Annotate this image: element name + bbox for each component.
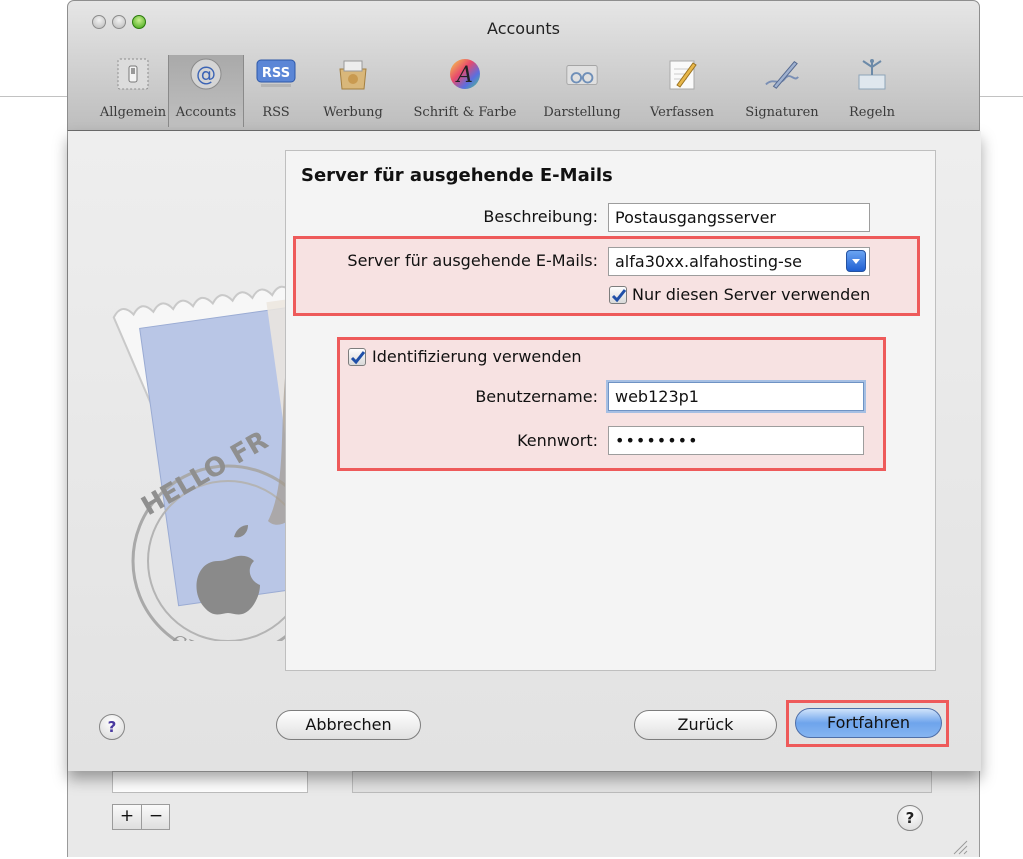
resize-grip-icon[interactable] (952, 839, 968, 855)
rss-icon: RSS (256, 57, 296, 91)
toolbar-label-schrift-farbe: Schrift & Farbe (413, 105, 517, 120)
toolbar-label-darstellung: Darstellung (543, 105, 621, 120)
toolbar-label-signaturen: Signaturen (745, 105, 819, 120)
rules-icon (854, 57, 890, 91)
add-account-button[interactable]: + (113, 805, 142, 829)
pencil-paper-icon (664, 57, 700, 91)
password-field[interactable]: •••••••• (608, 426, 864, 455)
toolbar-item-darstellung[interactable]: Darstellung (532, 55, 632, 127)
accounts-window: Accounts Allgemein @ Accounts RSS RSS We… (67, 0, 981, 857)
auth-checkbox[interactable] (348, 348, 366, 366)
add-remove-bar: + − (112, 804, 170, 830)
at-sign-icon: @ (188, 57, 224, 91)
rss-badge-text: RSS (262, 66, 290, 81)
cancel-button[interactable]: Abbrechen (276, 710, 421, 740)
server-select[interactable]: alfa30xx.alfahosting-se (608, 247, 870, 276)
toolbar-label-werbung: Werbung (323, 105, 383, 120)
username-field[interactable]: web123p1 (608, 382, 864, 411)
toolbar-item-signaturen[interactable]: Signaturen (732, 55, 832, 127)
window-body: HELLO FR CUPERTINO CA Server für ausgehe… (67, 131, 981, 857)
description-field[interactable]: Postausgangsserver (608, 203, 870, 232)
toolbar-item-werbung[interactable]: Werbung (308, 55, 398, 127)
toolbar-item-rss[interactable]: RSS RSS (246, 55, 306, 127)
accounts-list-area (112, 771, 308, 793)
font-color-icon: A (447, 57, 483, 91)
continue-button[interactable]: Fortfahren (795, 708, 942, 738)
only-server-label: Nur diesen Server verwenden (632, 285, 871, 304)
toolbar-label-allgemein: Allgemein (99, 105, 167, 120)
toolbar-item-accounts[interactable]: @ Accounts (168, 55, 244, 127)
toolbar-label-rss: RSS (262, 105, 290, 120)
password-label: Kennwort: (517, 431, 598, 450)
auth-label: Identifizierung verwenden (372, 347, 582, 366)
toolbar-label-regeln: Regeln (848, 105, 896, 120)
window-titlebar-toolbar: Accounts Allgemein @ Accounts RSS RSS We… (67, 0, 980, 131)
signature-pen-icon (764, 57, 800, 91)
account-details-area (352, 771, 932, 793)
setup-sheet: HELLO FR CUPERTINO CA Server für ausgehe… (68, 131, 981, 771)
username-label: Benutzername: (475, 387, 598, 406)
toolbar-item-regeln[interactable]: Regeln (832, 55, 912, 127)
chevron-down-icon[interactable] (846, 250, 866, 272)
toolbar-item-allgemein[interactable]: Allgemein (98, 55, 168, 127)
footer-help-button[interactable]: ? (897, 805, 923, 831)
window-title: Accounts (487, 19, 560, 38)
toolbar-label-accounts: Accounts (175, 105, 237, 120)
help-button[interactable]: ? (99, 714, 125, 740)
toolbar-label-verfassen: Verfassen (649, 105, 715, 120)
back-button[interactable]: Zurück (634, 710, 777, 740)
toolbar-item-schrift-farbe[interactable]: A Schrift & Farbe (398, 55, 532, 127)
junk-mail-icon (335, 57, 371, 91)
only-server-checkbox[interactable] (609, 286, 627, 304)
description-label: Beschreibung: (483, 207, 598, 226)
background-line-right (980, 96, 1023, 97)
server-label: Server für ausgehende E-Mails: (347, 251, 598, 270)
svg-text:@: @ (196, 62, 216, 86)
remove-account-button[interactable]: − (142, 805, 170, 829)
page-title: Server für ausgehende E-Mails (301, 165, 613, 186)
glasses-icon (564, 57, 600, 91)
switch-icon (115, 57, 151, 91)
background-line-left (0, 96, 70, 97)
toolbar-item-verfassen[interactable]: Verfassen (632, 55, 732, 127)
svg-text:A: A (455, 63, 473, 88)
